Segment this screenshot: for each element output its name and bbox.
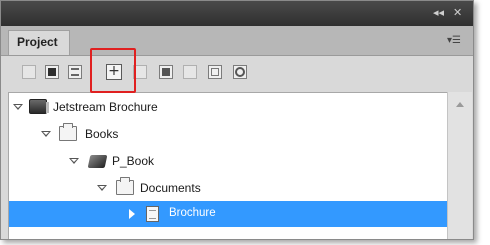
- panel-titlebar: ◂◂ ✕: [1, 1, 473, 26]
- tree-item-books[interactable]: Books: [9, 121, 448, 147]
- document-icon: [25, 68, 33, 76]
- tree-item-label: P_Book: [112, 154, 155, 168]
- book-icon: [87, 155, 108, 168]
- collapse-arrow-icon[interactable]: [129, 209, 135, 219]
- properties-icon: [211, 68, 219, 76]
- folder-icon: [116, 177, 134, 195]
- page-icon: [186, 68, 194, 76]
- scroll-up-arrow-icon[interactable]: [456, 102, 464, 107]
- panel-toolbar: +: [1, 56, 473, 90]
- project-tree: Jetstream Brochure Books P_Book Document…: [8, 92, 449, 239]
- tree-scrollbar[interactable]: [447, 92, 472, 239]
- tree-item-label: Books: [85, 127, 119, 141]
- expand-arrow-icon[interactable]: [69, 158, 79, 164]
- tree-item-documents[interactable]: Documents: [9, 175, 448, 201]
- panel-menu-icon[interactable]: ▾☰: [447, 35, 461, 46]
- new-document-button[interactable]: [22, 65, 36, 79]
- page-button[interactable]: [183, 65, 197, 79]
- tree-item-label: Brochure: [169, 207, 216, 219]
- close-panel-icon[interactable]: ✕: [453, 6, 462, 19]
- folder-icon: [59, 123, 77, 141]
- list-icon: [71, 68, 79, 76]
- add-button-highlight: [90, 48, 136, 93]
- tree-item-brochure[interactable]: Brochure: [9, 201, 448, 227]
- project-panel: ◂◂ ✕ Project ▾☰ + Jetstream Brochure Boo…: [0, 0, 474, 240]
- list-button[interactable]: [68, 65, 82, 79]
- tree-item-jetstream-brochure[interactable]: Jetstream Brochure: [9, 94, 448, 120]
- document-icon: [146, 206, 159, 222]
- expand-arrow-icon[interactable]: [41, 131, 51, 137]
- collapse-panel-icon[interactable]: ◂◂: [433, 6, 444, 19]
- refresh-button[interactable]: [233, 65, 247, 79]
- blank-icon: [136, 68, 144, 76]
- expand-arrow-icon[interactable]: [97, 185, 107, 191]
- panel-tab-row: Project ▾☰: [1, 26, 473, 56]
- expand-arrow-icon[interactable]: [13, 104, 23, 110]
- save-button[interactable]: [45, 65, 59, 79]
- remove-icon: [162, 68, 170, 76]
- tree-item-label: Jetstream Brochure: [53, 100, 158, 114]
- refresh-icon: [235, 67, 245, 77]
- properties-button[interactable]: [208, 65, 222, 79]
- tree-item-p-book[interactable]: P_Book: [9, 148, 448, 174]
- save-icon: [48, 68, 56, 76]
- remove-button[interactable]: [159, 65, 173, 79]
- tree-item-label: Documents: [140, 181, 201, 195]
- tab-project[interactable]: Project: [8, 30, 70, 55]
- project-book-icon: [29, 99, 49, 114]
